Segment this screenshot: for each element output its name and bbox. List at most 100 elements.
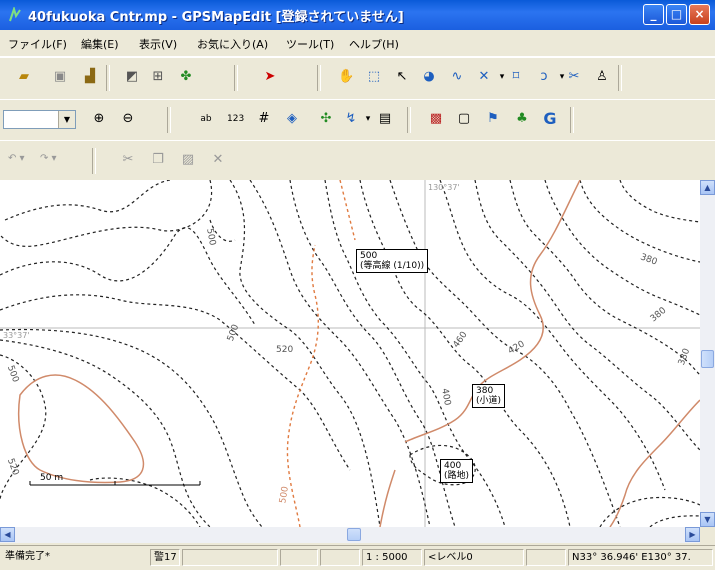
contour-line [4, 180, 171, 221]
close-button[interactable]: × [689, 4, 710, 25]
contour-line [509, 180, 700, 376]
page-icon[interactable]: ▢ [456, 111, 472, 127]
horizontal-scroll-thumb[interactable] [347, 528, 361, 541]
selected-contour[interactable] [286, 244, 319, 527]
box-elevation: 500 [360, 251, 378, 261]
horizontal-scrollbar[interactable]: ◀ ▶ [0, 527, 700, 543]
contour-line [0, 180, 213, 247]
layers-icon[interactable]: ◈ [284, 111, 300, 127]
chevron-down-icon[interactable]: ▾ [360, 111, 376, 127]
gps-icon[interactable]: ➤ [262, 69, 278, 85]
redo-button[interactable]: ↷ ▾ [40, 153, 57, 164]
index-contour [17, 374, 145, 484]
cut-icon[interactable]: ✂ [120, 152, 136, 168]
copy-icon[interactable]: ⊞ [150, 69, 166, 85]
status-empty-3 [320, 549, 360, 566]
status-scale: 1 : 5000 [362, 549, 422, 566]
status-empty-4 [526, 549, 566, 566]
index-contour [379, 469, 396, 527]
status-warnings[interactable]: 警17 [150, 549, 180, 566]
contour-line [544, 180, 700, 316]
polyline-icon[interactable]: ∿ [449, 69, 465, 85]
trail-info-box[interactable]: 380 (小道) [472, 384, 506, 408]
box-elevation: 400 [444, 461, 462, 471]
zoom-in-icon[interactable]: ⊕ [91, 111, 107, 127]
grid-coord-top: 130°37' [428, 183, 460, 192]
menu-bar: ファイル(F) 編集(E) 表示(V) お気に入り(A) ツール(T) ヘルプ(… [0, 30, 715, 57]
vertical-scroll-thumb[interactable] [701, 350, 714, 368]
minimize-button[interactable]: _ [643, 4, 664, 25]
paste-icon[interactable]: ▨ [180, 152, 196, 168]
move-icon[interactable]: ↄ [536, 69, 552, 85]
scroll-corner [700, 527, 715, 544]
menu-file[interactable]: ファイル(F) [8, 36, 67, 52]
google-icon[interactable]: G [542, 111, 558, 127]
toolbar-view: ▼ ⊕ ⊖ ab 123 # ◈ ✣ ↯ ▾ ▤ ▩ ▢ ⚑ ♣ G [0, 99, 715, 141]
alley-info-box[interactable]: 400 (路地) [440, 459, 474, 483]
contour-line [324, 180, 506, 527]
undo-button[interactable]: ↶ ▾ [8, 153, 25, 164]
status-bar: 準備完了* 警17 1 : 5000 <レベル0 N33° 36.946' E1… [0, 545, 715, 570]
app-icon [9, 7, 21, 22]
scroll-up-button[interactable]: ▲ [700, 180, 715, 195]
box-type: (等高線 (1/10)) [360, 261, 425, 271]
tracks-icon[interactable]: ♣ [514, 111, 530, 127]
properties-icon[interactable]: ◩ [124, 69, 140, 85]
box-type: (路地) [444, 471, 470, 481]
menu-help[interactable]: ヘルプ(H) [349, 36, 399, 52]
split-icon[interactable]: ✂ [566, 69, 582, 85]
menu-edit[interactable]: 編集(E) [81, 36, 119, 52]
contour-map[interactable] [0, 180, 700, 527]
contour-line [0, 328, 263, 527]
labels-icon[interactable]: ab [198, 111, 214, 127]
selected-contour[interactable] [339, 180, 356, 241]
scroll-right-button[interactable]: ▶ [685, 527, 700, 542]
box-type: (小道) [476, 396, 502, 406]
contour-line [579, 180, 700, 263]
toolbar-main: ▰ ▣ ▟ ◩ ⊞ ✤ ➤ ✋ ⬚ ↖ ◕ ∿ ✕ ▾ ⌑ ↄ ▾ ✂ ♙ [0, 57, 715, 100]
box-elevation: 380 [476, 386, 494, 396]
menu-view[interactable]: 表示(V) [139, 36, 177, 52]
map-canvas[interactable]: 130°37' 33°37' 500 500 520 460 420 380 3… [0, 180, 715, 527]
import-icon[interactable]: ▟ [82, 69, 98, 85]
contour-label: 520 [276, 345, 294, 355]
background-image-icon[interactable]: ▩ [428, 111, 444, 127]
index-contour [609, 399, 700, 527]
contour-line [0, 294, 351, 471]
edit-node-icon[interactable]: ◕ [421, 69, 437, 85]
zoom-rect-icon[interactable]: ⬚ [366, 69, 382, 85]
scroll-down-button[interactable]: ▼ [700, 512, 715, 527]
vertical-scrollbar[interactable]: ▲ ▼ [700, 180, 715, 527]
zoom-select[interactable]: ▼ [3, 110, 76, 129]
delete-icon[interactable]: ✕ [210, 152, 226, 168]
waypoints-icon[interactable]: ⚑ [485, 111, 501, 127]
copy-icon[interactable]: ❐ [150, 152, 166, 168]
polygon-icon[interactable]: ⌑ [508, 69, 524, 85]
save-icon[interactable]: ▣ [52, 69, 68, 85]
grid-icon[interactable]: # [256, 111, 272, 127]
routing-icon[interactable]: ↯ [343, 111, 359, 127]
contour-line [0, 354, 47, 501]
zoom-out-icon[interactable]: ⊖ [120, 111, 136, 127]
trace-icon[interactable]: ✕ [476, 69, 492, 85]
hand-icon[interactable]: ✋ [338, 69, 354, 85]
open-folder-icon[interactable]: ▰ [16, 69, 32, 85]
nodes-icon[interactable]: ✣ [318, 111, 334, 127]
contour-line [0, 339, 211, 527]
status-ready: 準備完了* [5, 551, 50, 562]
menu-favorites[interactable]: お気に入り(A) [197, 36, 268, 52]
status-level: <レベル0 [424, 549, 524, 566]
chevron-down-icon[interactable]: ▼ [58, 111, 75, 128]
numbers-icon[interactable]: 123 [227, 111, 244, 127]
title-bar: 40fukuoka Cntr.mp - GPSMapEdit [登録されていませ… [0, 0, 715, 30]
menu-tools[interactable]: ツール(T) [286, 36, 334, 52]
measure-icon[interactable]: ♙ [594, 69, 610, 85]
attach-icon[interactable]: ▤ [377, 111, 393, 127]
contour-line [619, 180, 700, 223]
contour-info-box[interactable]: 500 (等高線 (1/10)) [356, 249, 429, 273]
select-pointer-icon[interactable]: ↖ [394, 69, 410, 85]
tools-icon[interactable]: ✤ [178, 69, 194, 85]
scroll-left-button[interactable]: ◀ [0, 527, 15, 542]
status-coordinates: N33° 36.946' E130° 37. [568, 549, 713, 566]
maximize-button[interactable]: □ [666, 4, 687, 25]
